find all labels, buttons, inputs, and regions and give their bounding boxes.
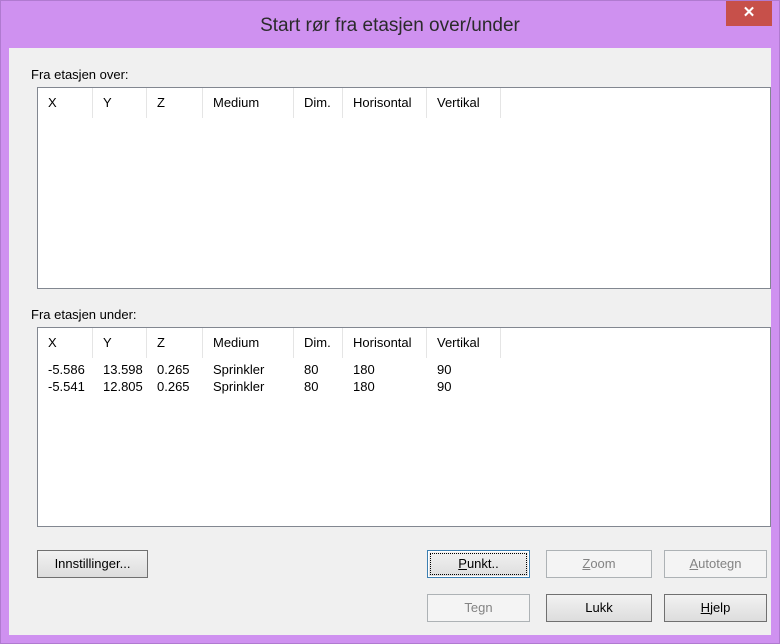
dialog-window: Start rør fra etasjen over/under ✕ Fra e…	[0, 0, 780, 644]
column-header-vertical[interactable]: Vertikal	[427, 88, 501, 118]
column-header-x[interactable]: X	[38, 88, 93, 118]
column-header-z[interactable]: Z	[147, 88, 203, 118]
column-header-z[interactable]: Z	[147, 328, 203, 358]
below-group-label: Fra etasjen under:	[31, 307, 137, 322]
zoom-button[interactable]: Zoom	[546, 550, 652, 578]
cell-x: -5.541	[48, 379, 85, 394]
cell-vertical: 90	[437, 362, 452, 377]
point-button[interactable]: Punkt..	[427, 550, 530, 578]
cell-z: 0.265	[157, 379, 190, 394]
above-group-label: Fra etasjen over:	[31, 67, 129, 82]
dialog-body: Fra etasjen over: X Y Z Medium Dim. Horisonta…	[9, 48, 771, 635]
cell-y: 13.598	[103, 362, 143, 377]
cell-horizontal: 180	[353, 362, 375, 377]
below-list-header: X Y Z Medium Dim. Horisontal Vertikal	[38, 328, 770, 358]
title-bar[interactable]: Start rør fra etasjen over/under ✕	[1, 1, 779, 47]
table-row[interactable]: -5.586 13.598 0.265 Sprinkler 80 180 90	[38, 361, 770, 378]
column-header-y[interactable]: Y	[93, 88, 147, 118]
close-button[interactable]: ✕	[726, 1, 772, 26]
settings-button[interactable]: Innstillinger...	[37, 550, 148, 578]
column-header-y[interactable]: Y	[93, 328, 147, 358]
column-header-medium[interactable]: Medium	[203, 88, 294, 118]
cell-horizontal: 180	[353, 379, 375, 394]
draw-button[interactable]: Tegn	[427, 594, 530, 622]
column-header-dim[interactable]: Dim.	[294, 88, 343, 118]
cell-z: 0.265	[157, 362, 190, 377]
cell-medium: Sprinkler	[213, 379, 265, 394]
cell-dim: 80	[304, 379, 319, 394]
cell-x: -5.586	[48, 362, 85, 377]
column-header-vertical[interactable]: Vertikal	[427, 328, 501, 358]
close-dialog-button[interactable]: Lukk	[546, 594, 652, 622]
below-list[interactable]: X Y Z Medium Dim. Horisontal Vertikal -5.586 13…	[37, 327, 771, 527]
above-list-header: X Y Z Medium Dim. Horisontal Vertikal	[38, 88, 770, 118]
column-header-dim[interactable]: Dim.	[294, 328, 343, 358]
cell-vertical: 90	[437, 379, 452, 394]
cell-dim: 80	[304, 362, 319, 377]
column-header-horizontal[interactable]: Horisontal	[343, 88, 427, 118]
dialog-title: Start rør fra etasjen over/under	[260, 15, 520, 36]
autodraw-button[interactable]: Autotegn	[664, 550, 767, 578]
cell-y: 12.805	[103, 379, 143, 394]
column-header-horizontal[interactable]: Horisontal	[343, 328, 427, 358]
table-row[interactable]: -5.541 12.805 0.265 Sprinkler 80 180 90	[38, 378, 770, 395]
column-header-medium[interactable]: Medium	[203, 328, 294, 358]
cell-medium: Sprinkler	[213, 362, 265, 377]
column-header-x[interactable]: X	[38, 328, 93, 358]
help-button[interactable]: Hjelp	[664, 594, 767, 622]
above-list[interactable]: X Y Z Medium Dim. Horisontal Vertikal	[37, 87, 771, 289]
close-icon: ✕	[742, 4, 756, 21]
